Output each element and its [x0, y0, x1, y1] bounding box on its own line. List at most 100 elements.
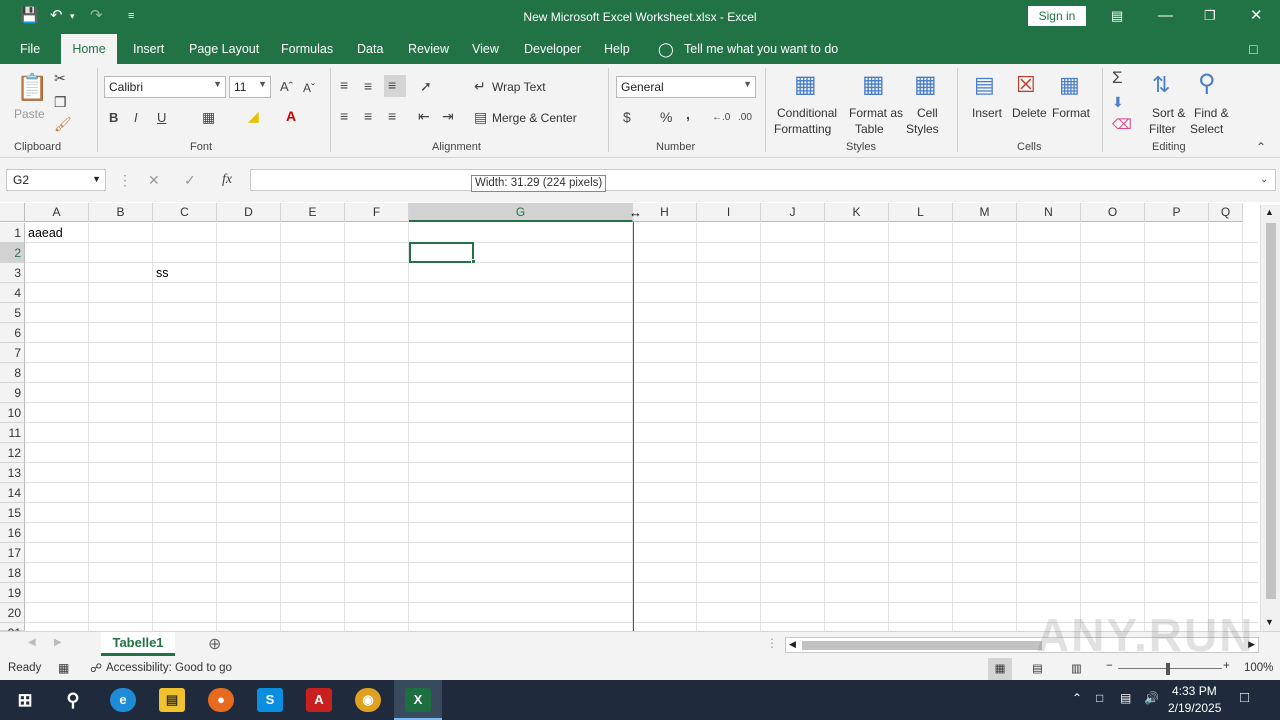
column-header-o[interactable]: O	[1081, 203, 1145, 222]
minimize-icon[interactable]: —	[1158, 7, 1173, 25]
align-center-icon[interactable]: ≡	[364, 108, 372, 124]
tab-developer[interactable]: Developer	[524, 34, 581, 64]
page-break-view-icon[interactable]: ▥	[1071, 661, 1082, 675]
borders-icon[interactable]: ▦	[202, 109, 215, 125]
row-header-6[interactable]: 6	[0, 323, 25, 343]
delete-cells-button[interactable]: Delete	[1012, 106, 1047, 120]
conditional-formatting-label[interactable]: Conditional	[777, 106, 837, 120]
row-header-2[interactable]: 2	[0, 243, 25, 263]
column-header-e[interactable]: E	[281, 203, 345, 222]
firefox-icon[interactable]: ●	[208, 688, 234, 712]
zoom-slider[interactable]	[1118, 668, 1222, 669]
find-select-label-2[interactable]: Select	[1190, 122, 1223, 136]
insert-function-button[interactable]: fx	[222, 172, 232, 188]
worksheet-grid[interactable]: aaead ss	[25, 223, 1258, 631]
collapse-ribbon-icon[interactable]: ⌃	[1256, 139, 1266, 155]
show-hidden-icons[interactable]: ⌃	[1072, 691, 1082, 705]
row-header-20[interactable]: 20	[0, 603, 25, 623]
merge-center-button[interactable]: Merge & Center	[492, 111, 577, 125]
page-layout-view-icon[interactable]: ▤	[1032, 661, 1043, 675]
column-header-a[interactable]: A	[25, 203, 89, 222]
enter-icon[interactable]: ✓	[184, 172, 196, 188]
row-header-21[interactable]: 21	[0, 623, 25, 640]
acrobat-icon[interactable]: A	[306, 688, 332, 712]
cut-icon[interactable]: ✂	[54, 70, 66, 86]
cell-styles-label[interactable]: Cell	[917, 106, 938, 120]
edge-icon[interactable]: e	[110, 688, 136, 712]
clock-time[interactable]: 4:33 PM	[1172, 684, 1217, 698]
network-icon[interactable]: □	[1096, 691, 1103, 705]
file-explorer-icon[interactable]: ▤	[159, 688, 185, 712]
row-header-14[interactable]: 14	[0, 483, 25, 503]
conditional-formatting-label-2[interactable]: Formatting	[774, 122, 831, 136]
format-painter-icon[interactable]: 🖌	[54, 116, 72, 132]
align-bottom-icon[interactable]: ≡	[384, 75, 406, 97]
row-header-7[interactable]: 7	[0, 343, 25, 363]
decrease-indent-icon[interactable]: ⇤	[418, 108, 430, 124]
horizontal-scroll-thumb[interactable]	[802, 641, 1042, 650]
select-all-corner[interactable]	[0, 203, 25, 222]
zoom-in-icon[interactable]: +	[1223, 660, 1230, 672]
autosum-icon[interactable]: Σ	[1112, 69, 1123, 86]
increase-font-icon[interactable]: Aˆ	[280, 79, 293, 95]
row-header-1[interactable]: 1	[0, 223, 25, 243]
ribbon-display-options-icon[interactable]: ▤	[1111, 7, 1123, 25]
row-header-5[interactable]: 5	[0, 303, 25, 323]
bold-button[interactable]: B	[109, 110, 118, 126]
scroll-down-icon[interactable]: ▼	[1265, 617, 1274, 627]
active-cell-g2[interactable]	[409, 242, 474, 263]
sheet-tab-tabelle1[interactable]: Tabelle1	[101, 632, 175, 656]
windows-start-icon[interactable]: ⊞	[12, 688, 38, 712]
split-handle-icon[interactable]: ⋮	[766, 636, 778, 650]
column-header-b[interactable]: B	[89, 203, 153, 222]
fill-color-icon[interactable]: ◢	[248, 108, 259, 124]
tab-formulas[interactable]: Formulas	[281, 34, 333, 64]
row-header-13[interactable]: 13	[0, 463, 25, 483]
decrease-font-icon[interactable]: Aˇ	[303, 80, 315, 96]
column-header-n[interactable]: N	[1017, 203, 1081, 222]
align-right-icon[interactable]: ≡	[388, 108, 396, 124]
find-select-label[interactable]: Find &	[1194, 106, 1229, 120]
scroll-up-icon[interactable]: ▲	[1265, 207, 1274, 217]
increase-indent-icon[interactable]: ⇥	[442, 108, 454, 124]
macro-record-icon[interactable]: ▦	[58, 661, 69, 675]
row-header-4[interactable]: 4	[0, 283, 25, 303]
italic-button[interactable]: I	[134, 110, 138, 126]
zoom-slider-thumb[interactable]	[1166, 663, 1170, 675]
clear-icon[interactable]: ⌫	[1112, 116, 1132, 132]
clock-date[interactable]: 2/19/2025	[1168, 701, 1221, 715]
column-header-d[interactable]: D	[217, 203, 281, 222]
decrease-decimal-icon[interactable]: .00	[738, 110, 752, 126]
tab-file[interactable]: File	[20, 34, 40, 64]
sign-in-button[interactable]: Sign in	[1028, 6, 1086, 26]
align-middle-icon[interactable]: ≡	[364, 78, 372, 94]
fill-handle[interactable]	[471, 259, 476, 264]
number-format-dropdown[interactable]: General ▼	[616, 76, 756, 98]
excel-taskbar-button[interactable]: X	[394, 680, 442, 720]
align-left-icon[interactable]: ≡	[340, 108, 348, 124]
font-size-dropdown[interactable]: 11 ▼	[229, 76, 271, 98]
column-header-f[interactable]: F	[345, 203, 409, 222]
zoom-level[interactable]: 100%	[1244, 662, 1273, 674]
row-header-10[interactable]: 10	[0, 403, 25, 423]
expand-formula-bar-icon[interactable]: ⌄	[1260, 172, 1268, 188]
prev-sheet-icon[interactable]: ◀	[28, 637, 36, 648]
row-header-17[interactable]: 17	[0, 543, 25, 563]
restore-icon[interactable]: ❐	[1204, 7, 1216, 25]
formula-input[interactable]	[250, 169, 1276, 191]
row-header-15[interactable]: 15	[0, 503, 25, 523]
scroll-left-icon[interactable]: ◀	[789, 639, 796, 650]
format-as-table-label[interactable]: Format as	[849, 106, 903, 120]
align-top-icon[interactable]: ≡	[340, 77, 348, 93]
increase-decimal-icon[interactable]: ←.0	[712, 110, 730, 126]
tab-review[interactable]: Review	[408, 34, 449, 64]
font-name-dropdown[interactable]: Calibri ▼	[104, 76, 226, 98]
paste-button[interactable]: Paste	[14, 107, 45, 121]
column-header-c[interactable]: C	[153, 203, 217, 222]
tab-page-layout[interactable]: Page Layout	[189, 34, 259, 64]
insert-cells-button[interactable]: Insert	[972, 106, 1002, 120]
next-sheet-icon[interactable]: ▶	[54, 637, 62, 648]
column-header-g[interactable]: G	[409, 203, 633, 222]
chrome-icon[interactable]: ◉	[355, 688, 381, 712]
format-as-table-label-2[interactable]: Table	[855, 122, 884, 136]
